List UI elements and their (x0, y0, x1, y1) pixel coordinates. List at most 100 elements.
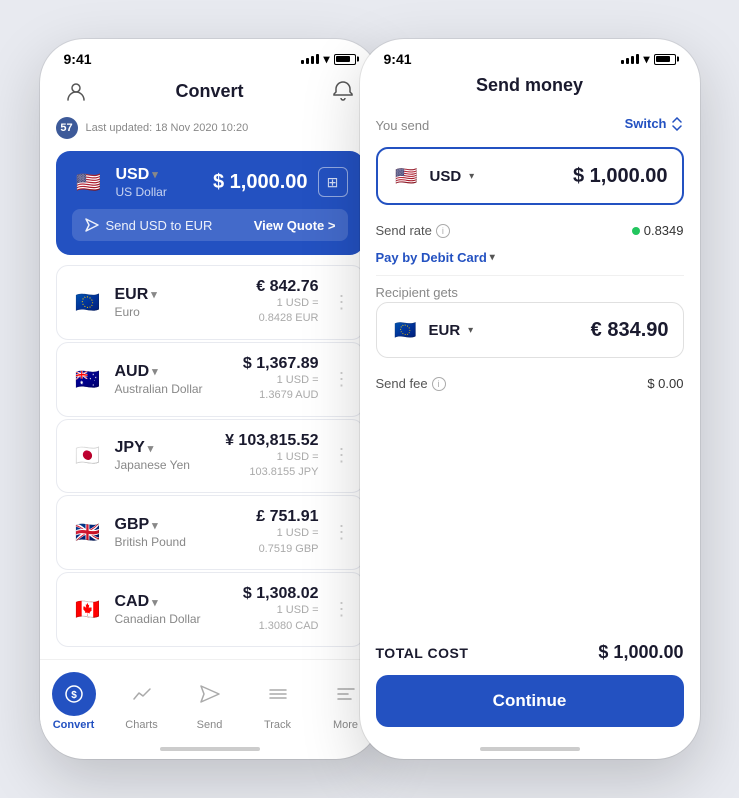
send-bar[interactable]: Send USD to EUR View Quote > (72, 209, 348, 241)
list-item[interactable]: 🇯🇵 JPY ▾ Japanese Yen ¥ 103,815.52 1 USD… (56, 419, 364, 494)
usd-code[interactable]: USD ▾ (116, 166, 167, 184)
send-fee-value: $ 0.00 (647, 376, 683, 391)
wifi-icon: ▾ (323, 52, 329, 66)
aud-more-icon[interactable]: ⋮ (333, 369, 351, 390)
eur-more-icon[interactable]: ⋮ (333, 292, 351, 313)
home-indicator-2 (360, 739, 700, 759)
header-2: Send money (360, 71, 700, 106)
svg-text:$: $ (71, 690, 77, 701)
battery-icon-2 (654, 54, 676, 65)
total-cost-label: TOTAL COST (376, 645, 469, 661)
send-fee-info-icon[interactable]: i (432, 377, 446, 391)
cad-flag: 🇨🇦 (71, 593, 105, 627)
send-fee-label: Send fee i (376, 376, 446, 391)
recipient-currency-caret[interactable]: ▾ (468, 325, 473, 336)
total-cost-row: TOTAL COST $ 1,000.00 (360, 626, 700, 675)
list-item[interactable]: 🇦🇺 AUD ▾ Australian Dollar $ 1,367.89 1 … (56, 342, 364, 417)
aud-name: Australian Dollar (115, 382, 203, 396)
more-nav-label: More (333, 719, 358, 731)
view-quote-btn[interactable]: View Quote > (254, 218, 336, 233)
list-item[interactable]: 🇨🇦 CAD ▾ Canadian Dollar $ 1,308.02 1 US… (56, 572, 364, 647)
usd-flag: 🇺🇸 (72, 165, 106, 199)
jpy-name: Japanese Yen (115, 458, 190, 472)
send-rate-label: Send rate i (376, 223, 450, 238)
eur-flag: 🇪🇺 (71, 285, 105, 319)
wifi-icon-2: ▾ (643, 52, 649, 66)
nav-item-track[interactable]: Track (248, 668, 308, 735)
gbp-code[interactable]: GBP ▾ (115, 516, 186, 534)
you-send-label: You send (376, 118, 430, 133)
status-icons-2: ▾ (621, 52, 675, 66)
recipient-section: Recipient gets 🇪🇺 EUR ▾ € 834.90 (376, 284, 684, 358)
phone-send: 9:41 ▾ Send money (360, 39, 700, 759)
gbp-more-icon[interactable]: ⋮ (333, 522, 351, 543)
recipient-input-card[interactable]: 🇪🇺 EUR ▾ € 834.90 (376, 302, 684, 358)
list-item[interactable]: 🇪🇺 EUR ▾ Euro € 842.76 1 USD =0.8428 EUR… (56, 265, 364, 340)
pay-method-row: Pay by Debit Card ▾ (376, 244, 684, 271)
status-bar-1: 9:41 ▾ (40, 39, 380, 71)
send-rate-row: Send rate i 0.8349 (376, 217, 684, 244)
aud-code[interactable]: AUD ▾ (115, 363, 203, 381)
recipient-amount: € 834.90 (591, 319, 669, 342)
update-badge: 57 (56, 117, 78, 139)
update-text: Last updated: 18 Nov 2020 10:20 (86, 122, 249, 134)
recipient-code: EUR (429, 322, 461, 339)
send-nav-label: Send (197, 719, 223, 731)
send-code: USD (430, 168, 462, 185)
cad-code[interactable]: CAD ▾ (115, 593, 201, 611)
nav-item-convert[interactable]: $ Convert (44, 668, 104, 735)
battery-icon (334, 54, 356, 65)
charts-nav-label: Charts (125, 719, 157, 731)
recipient-currency-selector[interactable]: 🇪🇺 EUR ▾ (391, 315, 474, 345)
green-dot-icon (632, 227, 640, 235)
phones-container: 9:41 ▾ Conv (0, 0, 739, 798)
status-bar-2: 9:41 ▾ (360, 39, 700, 71)
list-item[interactable]: 🇬🇧 GBP ▾ British Pound £ 751.91 1 USD =0… (56, 495, 364, 570)
aud-flag: 🇦🇺 (71, 362, 105, 396)
nav-item-send[interactable]: Send (180, 668, 240, 735)
you-send-header: You send Switch (376, 106, 684, 141)
nav-item-charts[interactable]: Charts (112, 668, 172, 735)
status-icons-1: ▾ (301, 52, 355, 66)
phone-convert: 9:41 ▾ Conv (40, 39, 380, 759)
signal-icon-2 (621, 54, 639, 64)
signal-icon (301, 54, 319, 64)
main-currency-card[interactable]: 🇺🇸 USD ▾ US Dollar $ 1,000.00 ⊞ (56, 151, 364, 255)
cad-more-icon[interactable]: ⋮ (333, 599, 351, 620)
send-fee-row: Send fee i $ 0.00 (376, 370, 684, 397)
send-rate-info-icon[interactable]: i (436, 224, 450, 238)
pay-method-caret[interactable]: ▾ (490, 252, 495, 263)
status-time-1: 9:41 (64, 51, 92, 67)
usd-name: US Dollar (116, 185, 167, 199)
pay-method-selector[interactable]: Pay by Debit Card ▾ (376, 250, 495, 265)
recipient-label: Recipient gets (376, 285, 458, 300)
eur-code[interactable]: EUR ▾ (115, 286, 157, 304)
continue-button[interactable]: Continue (376, 675, 684, 727)
cad-name: Canadian Dollar (115, 612, 201, 626)
send-input-card[interactable]: 🇺🇸 USD ▾ $ 1,000.00 (376, 147, 684, 205)
convert-nav-icon: $ (52, 672, 96, 716)
usd-amount: $ 1,000.00 (213, 171, 308, 194)
currency-list: 🇪🇺 EUR ▾ Euro € 842.76 1 USD =0.8428 EUR… (56, 265, 364, 647)
send-currency-caret[interactable]: ▾ (469, 171, 474, 182)
header-1: Convert (40, 71, 380, 117)
track-nav-label: Track (264, 719, 291, 731)
gbp-flag: 🇬🇧 (71, 516, 105, 550)
divider-1 (376, 275, 684, 276)
calculator-icon[interactable]: ⊞ (318, 167, 348, 197)
bell-icon[interactable] (327, 75, 359, 107)
jpy-code[interactable]: JPY ▾ (115, 439, 190, 457)
send-amount: $ 1,000.00 (573, 165, 668, 188)
profile-icon[interactable] (60, 75, 92, 107)
charts-nav-icon (120, 672, 164, 716)
send-screen: You send Switch 🇺🇸 USD ▾ $ 1,000.00 (360, 106, 700, 626)
total-cost-amount: $ 1,000.00 (598, 642, 683, 663)
send-nav-icon (188, 672, 232, 716)
jpy-more-icon[interactable]: ⋮ (333, 445, 351, 466)
switch-button[interactable]: Switch (625, 116, 684, 131)
update-bar: 57 Last updated: 18 Nov 2020 10:20 (56, 117, 364, 139)
status-time-2: 9:41 (384, 51, 412, 67)
send-currency-selector[interactable]: 🇺🇸 USD ▾ (392, 161, 475, 191)
send-flag: 🇺🇸 (392, 161, 422, 191)
page-title-1: Convert (175, 81, 243, 102)
